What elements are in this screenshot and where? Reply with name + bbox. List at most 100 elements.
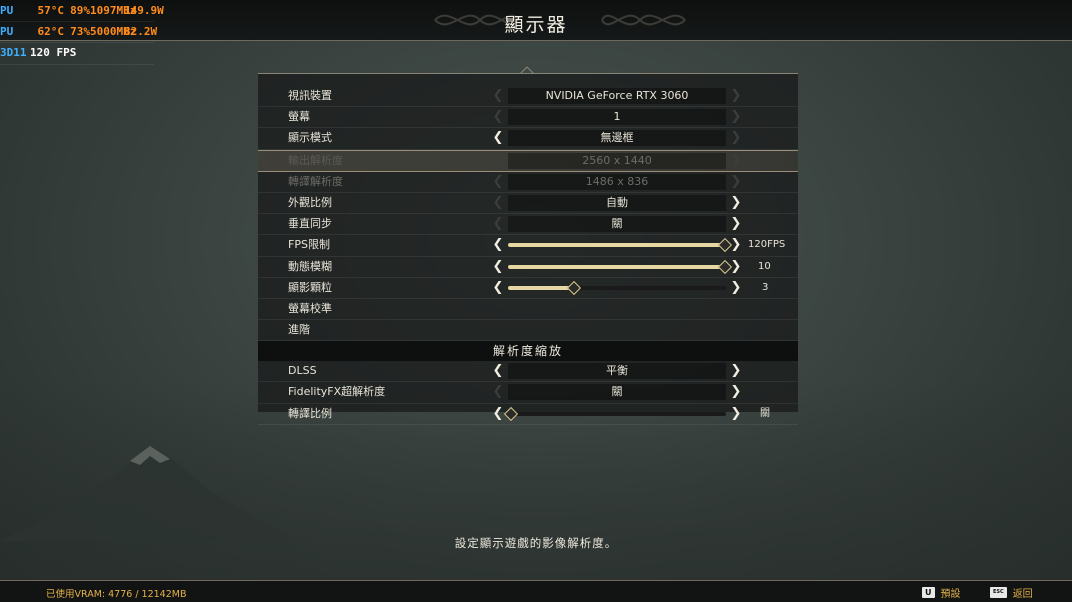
fps-limit-slider[interactable] bbox=[508, 238, 732, 253]
chevron-right-icon: ❯ bbox=[730, 173, 742, 189]
chevron-right-icon: ❯ bbox=[730, 109, 742, 125]
setting-monitor[interactable]: 螢幕 ❮ 1 ❯ bbox=[258, 107, 798, 129]
setting-label: FPS限制 bbox=[288, 238, 330, 252]
chevron-left-icon: ❮ bbox=[492, 173, 504, 189]
slider-fill bbox=[508, 243, 726, 248]
chevron-left-icon[interactable]: ❮ bbox=[492, 278, 504, 298]
chevron-left-icon: ❮ bbox=[492, 109, 504, 125]
hud-unit: FPS bbox=[56, 46, 77, 60]
slider-knob[interactable] bbox=[567, 280, 582, 295]
setting-label: 顯示模式 bbox=[288, 131, 332, 145]
hud-row-fps: 3D11 120 FPS bbox=[0, 43, 154, 65]
hud-unit: % bbox=[83, 25, 90, 39]
setting-value: 平衡 bbox=[606, 364, 628, 378]
setting-output-resolution[interactable]: 輸出解析度 ❮ 2560 x 1440 ❯ bbox=[258, 149, 798, 172]
chevron-left-icon[interactable]: ❮ bbox=[492, 128, 504, 148]
key-esc-icon: ESC bbox=[990, 587, 1007, 598]
hud-unit: °C bbox=[50, 4, 64, 17]
chevron-left-icon[interactable]: ❮ bbox=[492, 361, 504, 381]
film-grain-slider[interactable] bbox=[508, 280, 726, 295]
hud-load: 73 bbox=[70, 25, 84, 39]
hud-temp: 57 bbox=[37, 4, 51, 17]
hud-unit: % bbox=[83, 4, 90, 17]
chevron-right-icon[interactable]: ❯ bbox=[730, 278, 742, 298]
chevron-right-icon[interactable]: ❯ bbox=[730, 214, 742, 234]
hud-label: PU bbox=[0, 25, 14, 39]
section-header-scaling: 解析度縮放 bbox=[258, 341, 798, 362]
setting-calibration[interactable]: 螢幕校準 bbox=[258, 299, 798, 321]
setting-fps-limit[interactable]: FPS限制 ❮ ❯ 120FPS bbox=[258, 235, 798, 257]
chevron-right-icon[interactable]: ❯ bbox=[730, 361, 742, 381]
chevron-right-icon[interactable]: ❯ bbox=[730, 193, 742, 213]
setting-value: 2560 x 1440 bbox=[582, 153, 652, 167]
hud-power: 149.9 bbox=[124, 4, 158, 17]
chevron-right-icon: ❯ bbox=[730, 88, 742, 103]
chevron-left-icon: ❮ bbox=[492, 216, 504, 232]
setting-label: 螢幕校準 bbox=[288, 301, 332, 315]
setting-label: 進階 bbox=[288, 323, 310, 337]
setting-label: 輸出解析度 bbox=[288, 153, 343, 167]
hud-unit: °C bbox=[50, 25, 64, 39]
chevron-right-icon: ❯ bbox=[730, 152, 742, 168]
setting-value: 關 bbox=[611, 217, 623, 231]
setting-aspect-ratio[interactable]: 外觀比例 ❮ 自動 ❯ bbox=[258, 193, 798, 215]
chevron-right-icon[interactable]: ❯ bbox=[730, 235, 742, 255]
chevron-left-icon[interactable]: ❮ bbox=[492, 404, 504, 424]
slider-value: 10 bbox=[758, 260, 771, 272]
hud-fps: 120 bbox=[30, 46, 50, 60]
setting-dlss[interactable]: DLSS ❮ 平衡 ❯ bbox=[258, 361, 798, 383]
hud-load: 89 bbox=[70, 4, 84, 17]
performance-overlay: PU 57°C 89% 1097MHz 149.9W PU 62°C 73% 5… bbox=[0, 1, 164, 65]
back-button[interactable]: ESC 返回 bbox=[990, 585, 1033, 600]
chevron-left-icon: ❮ bbox=[492, 88, 504, 103]
setting-display-mode[interactable]: 顯示模式 ❮ 無邊框 ❯ bbox=[258, 128, 798, 150]
chevron-right-icon[interactable]: ❯ bbox=[730, 404, 742, 424]
slider-value: 關 bbox=[760, 407, 770, 419]
chevron-right-icon: ❯ bbox=[730, 130, 742, 146]
setting-label: DLSS bbox=[288, 364, 317, 378]
setting-label: 垂直同步 bbox=[288, 217, 332, 231]
chevron-left-icon: ❮ bbox=[492, 152, 504, 168]
setting-fsr[interactable]: FidelityFX超解析度 ❮ 關 ❯ bbox=[258, 382, 798, 404]
hud-unit: W bbox=[157, 4, 164, 17]
default-button[interactable]: U 預設 bbox=[922, 585, 961, 600]
settings-panel: 視訊裝置 ❮ NVIDIA GeForce RTX 3060 ❯ 螢幕 ❮ 1 … bbox=[258, 73, 798, 425]
chevron-left-icon: ❮ bbox=[492, 384, 504, 400]
hud-clock: 1097 bbox=[90, 4, 117, 17]
setting-advanced[interactable]: 進階 bbox=[258, 320, 798, 342]
mountain-silhouette bbox=[0, 446, 300, 541]
hud-temp: 62 bbox=[37, 25, 51, 39]
setting-render-resolution[interactable]: 轉譯解析度 ❮ 1486 x 836 ❯ bbox=[258, 172, 798, 193]
motion-blur-slider[interactable] bbox=[508, 259, 732, 274]
setting-film-grain[interactable]: 顯影顆粒 ❮ ❯ 3 bbox=[258, 278, 798, 299]
setting-render-scale[interactable]: 轉譯比例 ❮ ❯ 關 bbox=[258, 404, 798, 425]
setting-vsync[interactable]: 垂直同步 ❮ 關 ❯ bbox=[258, 214, 798, 236]
hud-row-gpu: PU 57°C 89% 1097MHz 149.9W bbox=[0, 1, 164, 23]
chevron-left-icon[interactable]: ❮ bbox=[492, 235, 504, 255]
setting-label: FidelityFX超解析度 bbox=[288, 385, 386, 399]
setting-value: 關 bbox=[611, 385, 623, 399]
setting-label: 動態模糊 bbox=[288, 259, 332, 273]
hud-label: PU bbox=[0, 4, 14, 17]
chevron-left-icon: ❮ bbox=[492, 194, 504, 210]
default-label: 預設 bbox=[940, 589, 961, 600]
setting-label: 外觀比例 bbox=[288, 195, 332, 209]
setting-value: 無邊框 bbox=[600, 131, 634, 145]
setting-value: 1 bbox=[613, 110, 621, 124]
chevron-left-icon[interactable]: ❮ bbox=[492, 257, 504, 277]
slider-value: 3 bbox=[762, 281, 769, 293]
vram-usage: 已使用VRAM: 4776 / 12142MB bbox=[46, 589, 187, 600]
setting-video-device[interactable]: 視訊裝置 ❮ NVIDIA GeForce RTX 3060 ❯ bbox=[258, 86, 798, 108]
slider-value: 120FPS bbox=[748, 239, 786, 251]
chevron-right-icon[interactable]: ❯ bbox=[730, 257, 742, 277]
setting-label: 轉譯解析度 bbox=[288, 174, 343, 188]
render-scale-slider[interactable] bbox=[504, 406, 726, 421]
chevron-right-icon[interactable]: ❯ bbox=[730, 382, 742, 402]
setting-label: 轉譯比例 bbox=[288, 406, 332, 420]
setting-description: 設定顯示遊戲的影像解析度。 bbox=[454, 536, 618, 550]
setting-value: NVIDIA GeForce RTX 3060 bbox=[545, 89, 689, 102]
slider-knob[interactable] bbox=[504, 406, 519, 421]
hud-label: 3D11 bbox=[0, 46, 27, 60]
setting-motion-blur[interactable]: 動態模糊 ❮ ❯ 10 bbox=[258, 257, 798, 278]
slider-fill bbox=[508, 285, 574, 290]
